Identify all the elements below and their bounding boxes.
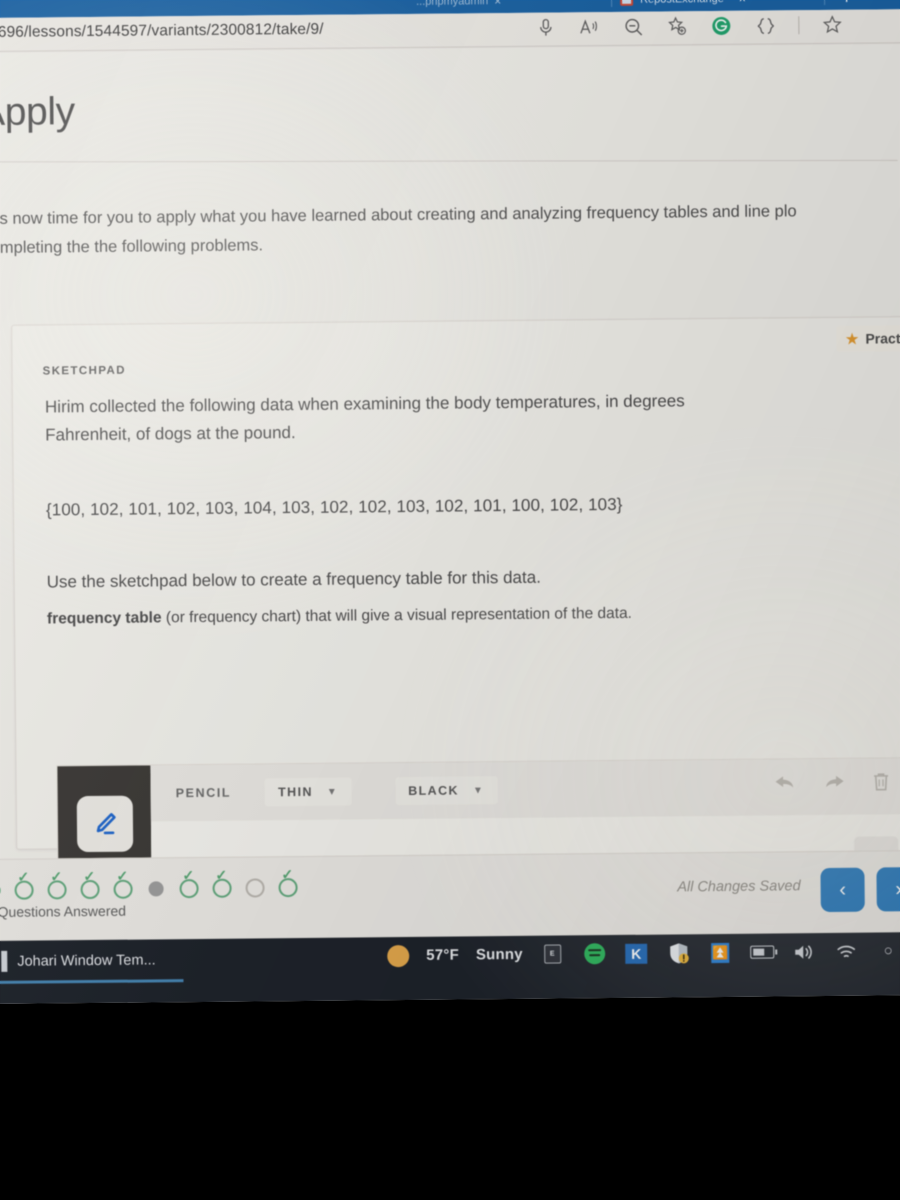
progress-dot-2[interactable]: ✓ <box>13 869 35 900</box>
next-question-button[interactable]: › <box>876 867 900 912</box>
weather-condition: Sunny <box>475 945 523 964</box>
epic-games-icon[interactable]: E <box>540 941 565 966</box>
tab-title: RepostExchange <box>640 0 724 6</box>
progress-dot-7[interactable]: ✓ <box>178 867 200 899</box>
question-card: ★ Practi SKETCHPAD Hirim collected the f… <box>11 316 900 937</box>
laptop-screen: ...phpmyadmin × RepostExchange × + 97696… <box>0 0 900 1004</box>
taskbar-system-tray: 57°F Sunny E K ⏫ ○ <box>387 938 900 968</box>
progress-dot-4[interactable]: ✓ <box>79 868 101 900</box>
instruction-line-secondary: frequency table (or frequency chart) tha… <box>47 603 837 629</box>
practice-badge: ★ Practi <box>835 325 900 352</box>
tab-separator <box>611 0 613 7</box>
spotify-icon[interactable] <box>582 941 607 966</box>
lesson-page: Apply It is now time for you to apply wh… <box>0 44 900 1004</box>
favorites-icon[interactable] <box>821 13 843 37</box>
url-input[interactable]: 97696/lessons/1544597/variants/2300812/t… <box>0 21 324 42</box>
pencil-tool-button[interactable] <box>76 795 134 853</box>
chevron-down-icon: ▼ <box>472 784 485 796</box>
previous-question-button[interactable]: ‹ <box>820 867 865 913</box>
tab-favicon-icon <box>620 0 634 6</box>
progress-dot-8[interactable]: ✓ <box>211 867 233 898</box>
read-aloud-icon[interactable] <box>578 15 600 39</box>
microphone-icon[interactable] <box>534 16 556 40</box>
windows-taskbar: Johari Window Tem... 57°F Sunny E K ⏫ ○ <box>0 932 900 1004</box>
split-screen-icon[interactable] <box>754 13 776 37</box>
close-icon[interactable]: × <box>494 0 501 8</box>
progress-dot-6-current[interactable] <box>145 868 167 898</box>
progress-dot-9[interactable] <box>244 867 266 898</box>
taskbar-window-title: Johari Window Tem... <box>17 951 156 970</box>
taskbar-active-indicator <box>0 979 184 984</box>
shield-icon <box>669 942 689 963</box>
color-value: BLACK <box>408 783 460 798</box>
thickness-select[interactable]: THIN ▼ <box>264 777 352 807</box>
trash-icon[interactable] <box>873 772 890 796</box>
screen-bezel <box>0 1010 900 1200</box>
progress-dots: ✓ ✓ ✓ ✓ ✓ ✓ ✓ ✓ <box>0 866 300 901</box>
intro-paragraph: It is now time for you to apply what you… <box>0 196 900 263</box>
tab-title: ...phpmyadmin <box>416 0 489 8</box>
chevron-down-icon: ▼ <box>326 786 339 798</box>
current-tool-label: PENCIL <box>175 785 232 801</box>
instruction-bold-term: frequency table <box>46 609 162 628</box>
progress-dot-5[interactable]: ✓ <box>112 868 134 899</box>
browser-toolbar-icons <box>534 13 843 40</box>
questions-answered-text: al Questions Answered <box>0 902 127 920</box>
overflow-icon[interactable]: ○ <box>876 938 900 963</box>
dataset-values: {100, 102, 101, 102, 103, 104, 103, 102,… <box>45 494 623 520</box>
windows-defender-icon[interactable] <box>666 940 691 965</box>
instruction-rest: (or frequency chart) that will give a vi… <box>161 604 633 627</box>
tab-separator <box>823 0 826 5</box>
undo-icon[interactable] <box>775 774 796 796</box>
save-status: All Changes Saved <box>677 878 801 896</box>
wifi-icon[interactable] <box>834 939 859 964</box>
sketchpad-toolbar: PENCIL THIN ▼ BLACK ▼ <box>150 758 900 822</box>
thickness-value: THIN <box>278 784 313 800</box>
pencil-icon <box>96 813 116 835</box>
title-divider <box>0 159 898 163</box>
grammarly-icon[interactable] <box>710 14 732 38</box>
progress-dot-3[interactable]: ✓ <box>46 868 68 900</box>
progress-dot-10[interactable]: ✓ <box>277 866 299 898</box>
star-icon: ★ <box>845 330 859 347</box>
new-tab-button[interactable]: + <box>841 0 852 10</box>
question-prompt: Hirim collected the following data when … <box>45 386 865 449</box>
close-icon[interactable]: × <box>739 0 746 6</box>
sketchpad-section-label: SKETCHPAD <box>42 364 126 378</box>
question-navigation-footer: ✓ ✓ ✓ ✓ ✓ ✓ ✓ ✓ al Questions Answered Al… <box>0 850 900 941</box>
bluetooth-icon[interactable]: ⏫ <box>708 940 733 965</box>
color-select[interactable]: BLACK ▼ <box>395 776 498 806</box>
practice-badge-label: Practi <box>865 330 900 347</box>
sketchpad-actions <box>775 772 890 797</box>
page-title: Apply <box>0 90 75 135</box>
kinetic-app-icon[interactable]: K <box>624 941 649 966</box>
weather-sun-icon[interactable] <box>387 944 410 967</box>
photographed-screen: ...phpmyadmin × RepostExchange × + 97696… <box>0 0 900 1200</box>
zoom-out-icon[interactable] <box>622 15 644 39</box>
taskbar-window-button[interactable]: Johari Window Tem... <box>1 949 156 972</box>
window-thumbnail-icon <box>1 950 8 972</box>
weather-temperature: 57°F <box>426 946 459 964</box>
battery-icon[interactable] <box>750 939 775 964</box>
toolbar-divider <box>798 16 800 35</box>
instruction-line: Use the sketchpad below to create a freq… <box>46 567 541 592</box>
redo-icon[interactable] <box>824 774 845 796</box>
add-favorite-icon[interactable] <box>666 14 688 38</box>
volume-icon[interactable] <box>792 939 817 964</box>
progress-dot-1[interactable]: ✓ <box>0 870 3 901</box>
